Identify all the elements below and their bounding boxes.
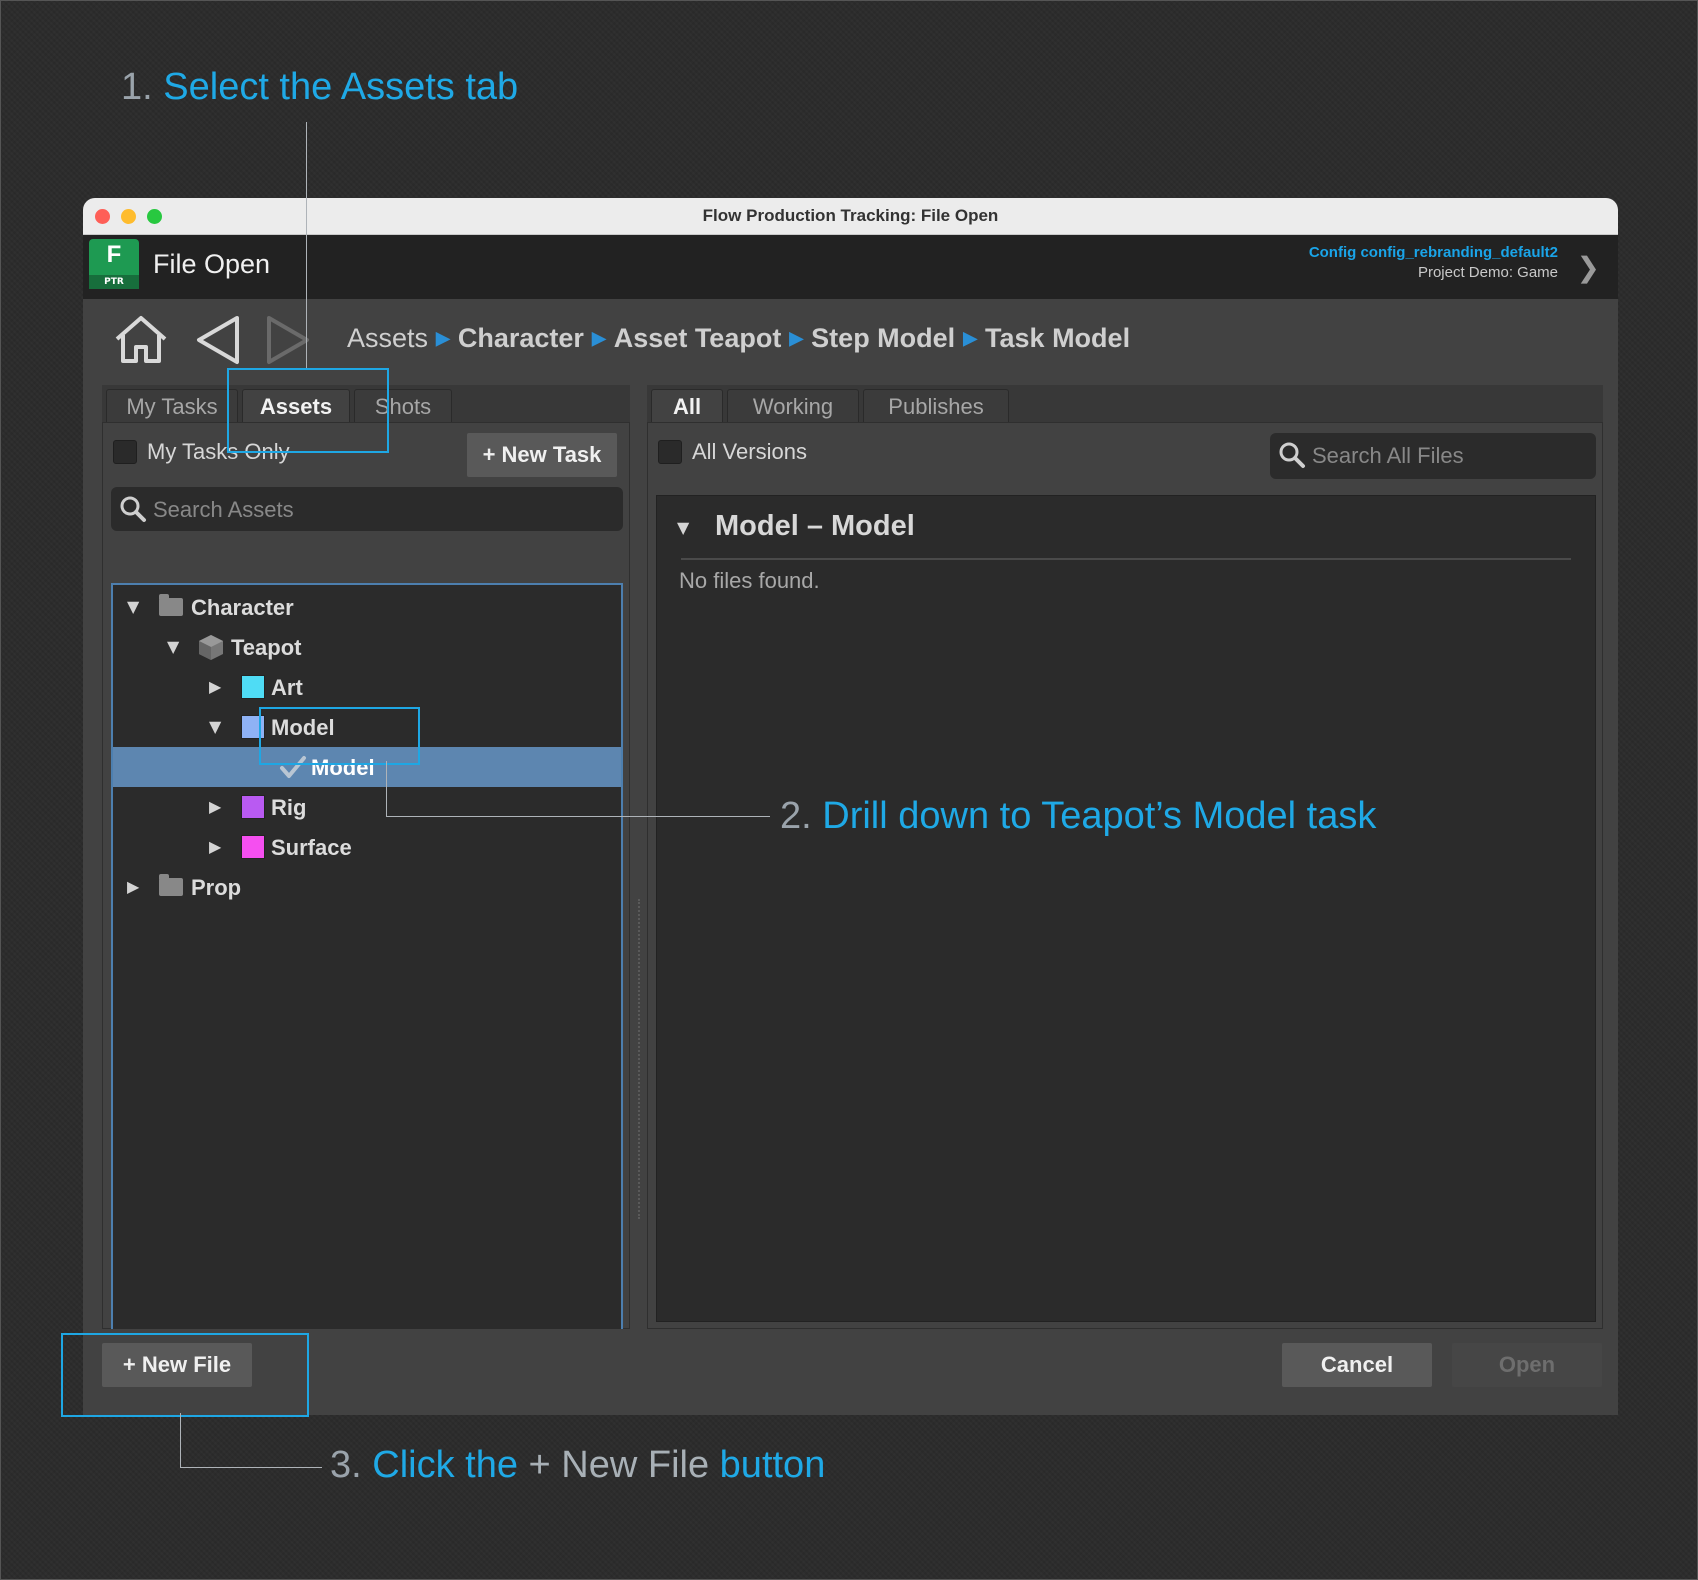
step-color-swatch — [241, 795, 265, 819]
file-list[interactable]: ▼ Model – Model No files found. — [656, 495, 1596, 1322]
search-all-files-placeholder: Search All Files — [1312, 443, 1464, 468]
cancel-button[interactable]: Cancel — [1282, 1343, 1432, 1387]
caret-right-icon: ▶ — [591, 328, 606, 348]
tree-item-character[interactable]: ▼ Character — [113, 587, 621, 627]
breadcrumb-item[interactable]: Asset Teapot — [614, 323, 782, 353]
group-divider — [681, 558, 1571, 560]
back-arrow-icon[interactable] — [193, 313, 243, 367]
annotation-step3-text-2: button — [719, 1444, 826, 1486]
app-header: F PTR File Open Config config_rebranding… — [83, 235, 1618, 299]
tree-item-art[interactable]: ▶ Art — [113, 667, 621, 707]
annotation-step2-text: Drill down to Teapot’s Model task — [822, 795, 1377, 837]
annotation-step1: 1. Select the Assets tab — [121, 66, 518, 109]
annotation-step1-number: 1. — [121, 66, 153, 108]
main-content: Assets ▶ Character ▶ Asset Teapot ▶ Step Model… — [83, 299, 1618, 1415]
search-icon — [1279, 442, 1305, 468]
tree-item-label: Rig — [271, 795, 307, 820]
bottom-bar: + New File Cancel Open — [83, 1329, 1618, 1415]
caret-right-icon[interactable]: ▶ — [209, 797, 221, 816]
breadcrumb-item[interactable]: Assets — [347, 323, 428, 353]
breadcrumb-item[interactable]: Character — [458, 323, 584, 353]
file-tab-body: All Versions Search All Files ▼ Model – … — [647, 422, 1603, 1329]
logo-letter: F — [106, 241, 122, 268]
tree-item-label: Character — [191, 595, 294, 620]
panel-splitter[interactable] — [638, 899, 642, 1219]
tree-item-prop[interactable]: ▶ Prop — [113, 867, 621, 907]
tree-item-label: Art — [271, 675, 303, 700]
all-versions-checkbox[interactable] — [658, 440, 682, 464]
tab-publishes[interactable]: Publishes — [863, 389, 1009, 423]
step-color-swatch — [241, 675, 265, 699]
tree-item-surface[interactable]: ▶ Surface — [113, 827, 621, 867]
folder-icon — [159, 594, 183, 616]
config-link[interactable]: Config config_rebranding_default2 — [1309, 244, 1558, 261]
open-button[interactable]: Open — [1452, 1343, 1602, 1387]
tree-item-teapot[interactable]: ▼ Teapot — [113, 627, 621, 667]
ptr-logo-icon: F PTR — [89, 239, 139, 289]
caret-down-icon[interactable]: ▼ — [167, 637, 179, 656]
project-label: Project Demo: Game — [1417, 264, 1558, 281]
new-task-button[interactable]: + New Task — [467, 433, 617, 477]
annotation-step3: 3. Click the + New File button — [330, 1444, 825, 1487]
caret-right-icon: ▶ — [789, 328, 804, 348]
title-bar: Flow Production Tracking: File Open — [83, 198, 1618, 235]
breadcrumb-item[interactable]: Step Model — [811, 323, 955, 353]
asset-cube-icon — [199, 635, 223, 660]
entity-panel: My Tasks Assets Shots My Tasks Only + Ne… — [102, 385, 630, 1350]
caret-down-icon[interactable]: ▼ — [677, 518, 689, 537]
app-title: File Open — [153, 249, 271, 279]
annotation-step3-connector-h — [180, 1467, 322, 1468]
empty-state-text: No files found. — [679, 568, 820, 593]
search-assets-placeholder: Search Assets — [153, 497, 294, 522]
caret-right-icon[interactable]: ▶ — [127, 877, 139, 896]
file-panel: All Working Publishes All Versions Searc… — [647, 385, 1603, 1329]
tab-my-tasks[interactable]: My Tasks — [106, 389, 238, 423]
annotation-step2: 2. Drill down to Teapot’s Model task — [780, 795, 1376, 838]
window-title: Flow Production Tracking: File Open — [702, 206, 999, 225]
caret-right-icon: ▶ — [963, 328, 978, 348]
search-all-files-input[interactable]: Search All Files — [1270, 433, 1596, 479]
caret-down-icon[interactable]: ▼ — [209, 717, 221, 736]
new-file-highlight — [61, 1333, 309, 1417]
caret-down-icon[interactable]: ▼ — [127, 597, 139, 616]
my-tasks-only-checkbox[interactable] — [113, 440, 137, 464]
caret-right-icon[interactable]: ▶ — [209, 837, 221, 856]
file-tabs: All Working Publishes — [647, 385, 1603, 423]
tab-working[interactable]: Working — [727, 389, 859, 423]
tree-item-label: Teapot — [231, 635, 302, 660]
breadcrumb-item[interactable]: Task Model — [985, 323, 1130, 353]
annotation-step2-connector-v — [386, 761, 387, 816]
annotation-step3-button-name: + New File — [528, 1444, 710, 1486]
search-icon — [120, 496, 146, 522]
model-task-highlight — [259, 707, 420, 765]
annotation-step3-text-1: Click the — [372, 1444, 518, 1486]
entity-tab-body: My Tasks Only + New Task Search Assets ▼… — [102, 422, 630, 1350]
assets-tab-highlight — [227, 368, 389, 453]
tab-all[interactable]: All — [651, 389, 723, 423]
tree-item-label: Surface — [271, 835, 352, 860]
annotation-step2-number: 2. — [780, 795, 812, 837]
tree-item-rig[interactable]: ▶ Rig — [113, 787, 621, 827]
annotation-step3-number: 3. — [330, 1444, 362, 1486]
step-color-swatch — [241, 835, 265, 859]
all-versions-label: All Versions — [692, 439, 807, 464]
home-icon[interactable] — [111, 313, 171, 367]
caret-right-icon[interactable]: ▶ — [209, 677, 221, 696]
annotation-step1-connector — [306, 122, 307, 368]
caret-right-icon: ▶ — [436, 328, 450, 348]
search-assets-input[interactable]: Search Assets — [111, 487, 623, 531]
tree-item-label: Prop — [191, 875, 242, 900]
annotation-step1-text: Select the Assets tab — [163, 66, 519, 108]
folder-icon — [159, 874, 183, 896]
entity-tree[interactable]: ▼ Character ▼ Teapot ▶ Art ▼ Model Model… — [111, 583, 623, 1350]
annotation-step3-connector-v — [180, 1413, 181, 1467]
breadcrumb: Assets ▶ Character ▶ Asset Teapot ▶ Step Model… — [347, 323, 1130, 354]
file-group-title: Model – Model — [715, 510, 915, 542]
logo-badge: PTR — [89, 275, 139, 289]
annotation-step2-connector-h — [386, 816, 770, 817]
chevron-right-icon[interactable]: ❯ — [1577, 251, 1600, 284]
